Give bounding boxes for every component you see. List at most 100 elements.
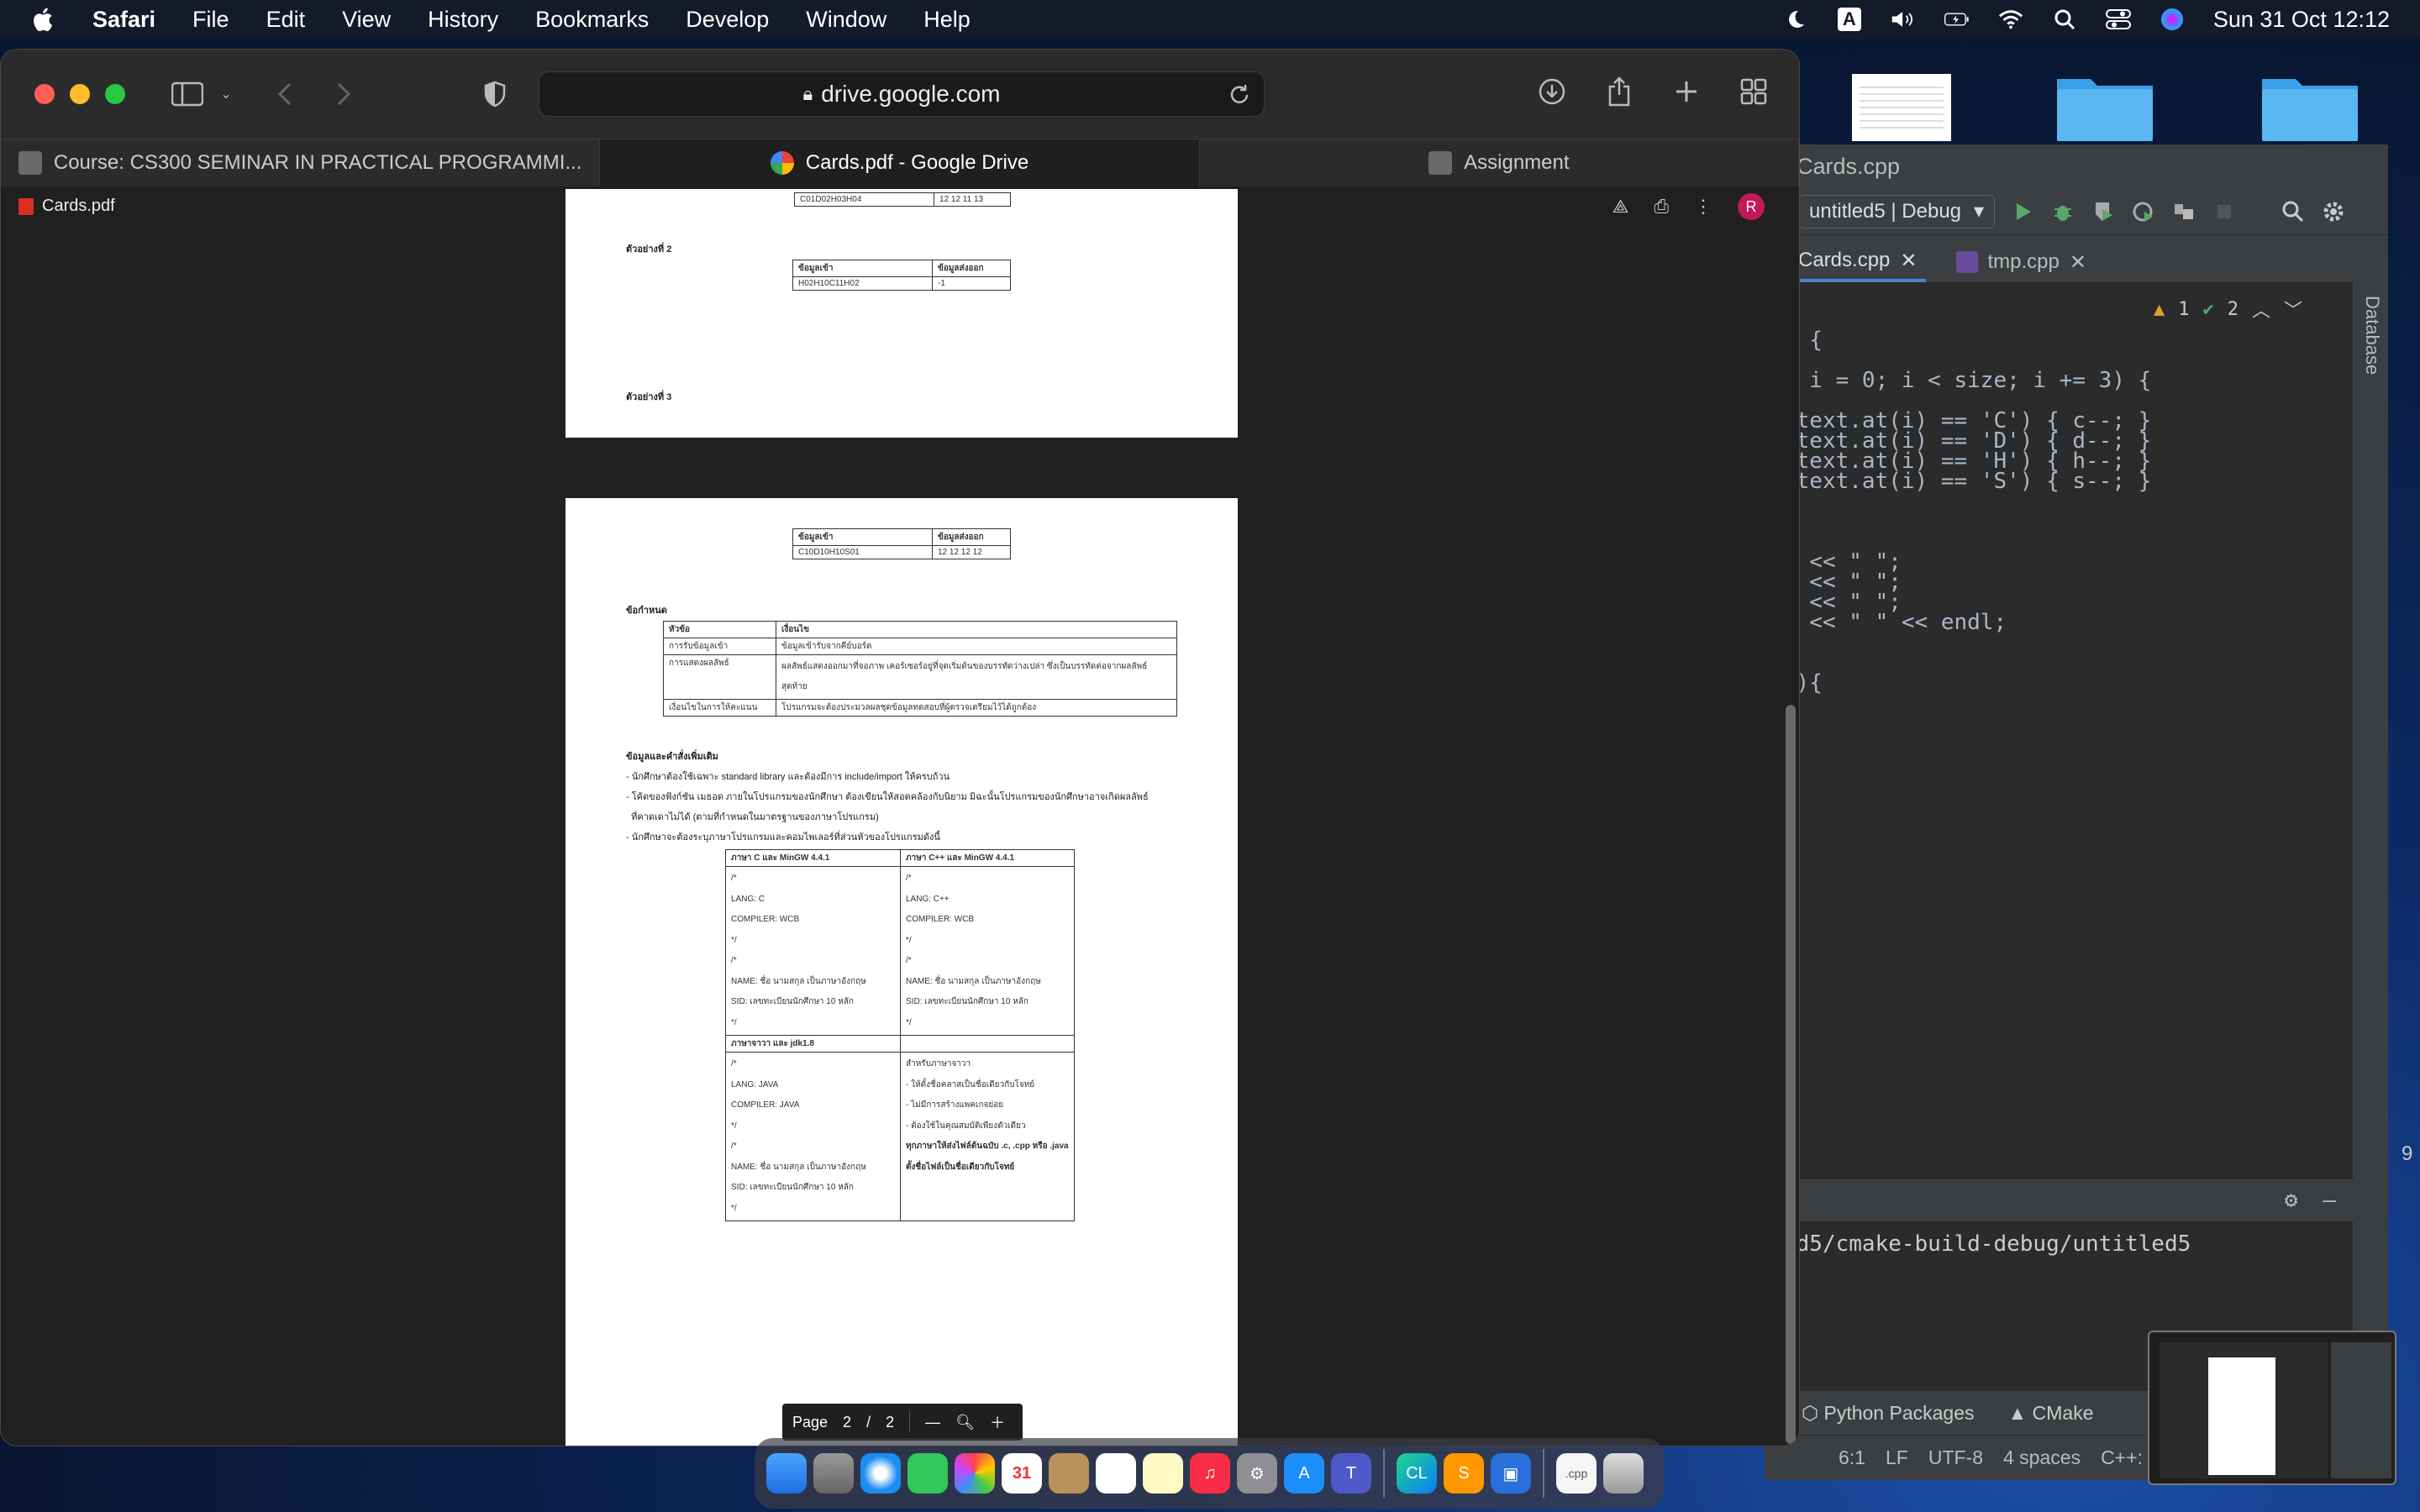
dark-mode-moon-icon[interactable] xyxy=(1783,7,1808,32)
cmake-tool[interactable]: ▲ CMake xyxy=(2008,1402,2094,1425)
downloads-icon[interactable] xyxy=(1535,75,1569,108)
apple-icon[interactable] xyxy=(30,6,54,33)
tab-course[interactable]: Course: CS300 SEMINAR IN PRACTICAL PROGR… xyxy=(1,139,601,186)
stop-icon[interactable] xyxy=(2212,199,2237,224)
cpp-file-icon[interactable]: .cpp xyxy=(1556,1453,1597,1494)
messages-icon[interactable] xyxy=(908,1453,948,1494)
page-navigation-bar: Page 2 / 2 — 🔍︎ ＋ xyxy=(782,1404,1023,1441)
chevron-up-icon[interactable]: ︿ xyxy=(2252,296,2270,323)
sidebar-icon[interactable] xyxy=(171,77,204,111)
reload-icon[interactable] xyxy=(1227,82,1252,108)
drive-pdf-viewer[interactable]: C01D02H03H04 12 12 11 13 ตัวอย่างที่ 2 ข้… xyxy=(1,189,1799,1446)
privacy-shield-icon[interactable] xyxy=(478,77,512,111)
java-header-template: /* LANG: JAVA COMPILER: JAVA */ /* NAME:… xyxy=(725,1052,901,1221)
menu-window[interactable]: Window xyxy=(806,7,886,33)
coverage-icon[interactable] xyxy=(2091,199,2116,224)
wifi-icon[interactable] xyxy=(1998,7,2023,32)
ide-tab-tmp[interactable]: tmp.cpp ✕ xyxy=(1948,242,2095,282)
close-icon[interactable]: ✕ xyxy=(2070,250,2086,275)
desktop-folder-icon[interactable] xyxy=(2260,69,2360,143)
battery-icon[interactable] xyxy=(1944,7,1970,32)
spotlight-search-icon[interactable] xyxy=(2052,7,2077,32)
tab-overview-icon[interactable] xyxy=(1737,75,1770,108)
menu-history[interactable]: History xyxy=(428,7,498,33)
zoom-in-plus-icon[interactable]: ＋ xyxy=(990,1411,1005,1433)
profile-icon[interactable] xyxy=(2131,199,2156,224)
reminders-icon[interactable] xyxy=(1096,1453,1136,1494)
example1-table: C01D02H03H04 12 12 11 13 xyxy=(794,192,1011,207)
inspection-widget[interactable]: ▲ 1 ✔ 2 ︿ ﹀ xyxy=(2154,296,2302,323)
new-tab-plus-icon[interactable] xyxy=(1670,75,1703,108)
file-encoding[interactable]: UTF-8 xyxy=(1928,1446,1983,1469)
photos-icon[interactable] xyxy=(955,1453,995,1494)
address-bar[interactable]: 🔒︎ drive.google.com xyxy=(539,71,1265,117)
notes-icon[interactable] xyxy=(1143,1453,1183,1494)
run-configuration-select[interactable]: untitled5 | Debug ▾ xyxy=(1798,194,1995,228)
ide-tab-cards[interactable]: Cards.cpp ✕ xyxy=(1790,242,1926,282)
chevron-down-icon[interactable]: ⌄ xyxy=(209,77,243,111)
trash-icon[interactable] xyxy=(1603,1453,1644,1494)
siri-icon[interactable] xyxy=(2160,7,2185,32)
debug-bug-icon[interactable] xyxy=(2050,199,2075,224)
clion-icon[interactable]: CL xyxy=(1397,1453,1437,1494)
tab-cards-pdf[interactable]: Cards.pdf - Google Drive xyxy=(600,139,1200,186)
close-icon[interactable]: ✕ xyxy=(1900,249,1917,273)
total-pages: 2 xyxy=(886,1413,895,1431)
cursor-position[interactable]: 6:1 xyxy=(1839,1446,1865,1469)
safari-compass-icon[interactable] xyxy=(860,1453,901,1494)
close-window-button[interactable] xyxy=(34,84,55,104)
menu-view[interactable]: View xyxy=(342,7,391,33)
database-tool-tab[interactable]: Database xyxy=(2361,296,2383,375)
code-editor[interactable]: ▲ 1 ✔ 2 ︿ ﹀ ) { t i = 0; i < size; i += 3) … xyxy=(1765,282,2353,1257)
chevron-down-icon[interactable]: ﹀ xyxy=(2284,296,2302,323)
calendar-icon[interactable]: 31 xyxy=(1002,1453,1042,1494)
menu-bookmarks[interactable]: Bookmarks xyxy=(535,7,649,33)
menu-clock[interactable]: Sun 31 Oct 12:12 xyxy=(2213,7,2390,33)
back-chevron-icon[interactable] xyxy=(268,77,302,111)
attach-icon[interactable] xyxy=(2171,199,2196,224)
zoom-out-minus-icon[interactable]: — xyxy=(925,1414,940,1431)
menu-bar: Safari File Edit View History Bookmarks … xyxy=(0,0,2420,39)
contacts-icon[interactable] xyxy=(1049,1453,1089,1494)
table-cell: H02H10C11H02 xyxy=(792,276,933,291)
viewer-scrollbar[interactable] xyxy=(1786,705,1796,1444)
table-header: ข้อมูลส่งออก xyxy=(932,260,1011,277)
music-icon[interactable]: ♫ xyxy=(1190,1453,1230,1494)
gear-icon[interactable] xyxy=(2321,199,2346,224)
minimize-window-button[interactable] xyxy=(70,84,90,104)
safari-toolbar: ⌄ 🔒︎ drive.google.com xyxy=(1,50,1799,139)
system-preferences-gear-icon[interactable]: ⚙ xyxy=(1237,1453,1277,1494)
zoom-window-button[interactable] xyxy=(105,84,125,104)
control-center-icon[interactable] xyxy=(2105,7,2131,32)
menu-file[interactable]: File xyxy=(192,7,229,33)
desktop-screenshot-thumbnail[interactable] xyxy=(1852,74,1951,141)
table-cell: การรับข้อมูลเข้า xyxy=(663,638,776,655)
desktop-folder-icon[interactable] xyxy=(2055,69,2154,143)
line-separator[interactable]: LF xyxy=(1886,1446,1908,1469)
current-page[interactable]: 2 xyxy=(843,1414,851,1431)
tab-assignment[interactable]: Assignment xyxy=(1200,139,1799,186)
window-preview-thumbnail[interactable] xyxy=(2148,1331,2396,1485)
python-packages-tool[interactable]: ⬡ Python Packages xyxy=(1802,1402,1975,1425)
menu-help[interactable]: Help xyxy=(923,7,971,33)
share-icon[interactable] xyxy=(1602,75,1636,108)
run-icon[interactable] xyxy=(2010,199,2035,224)
gear-icon[interactable]: ⚙ xyxy=(2285,1188,2298,1213)
search-icon[interactable] xyxy=(2281,199,2306,224)
menu-edit[interactable]: Edit xyxy=(266,7,306,33)
volume-icon[interactable] xyxy=(1891,7,1916,32)
sublime-text-icon[interactable]: S xyxy=(1444,1453,1484,1494)
finder-icon[interactable] xyxy=(766,1453,807,1494)
zoom-magnifier-icon[interactable]: 🔍︎ xyxy=(955,1414,975,1431)
menu-develop[interactable]: Develop xyxy=(686,7,769,33)
input-source-icon[interactable]: A xyxy=(1837,7,1862,32)
indent-setting[interactable]: 4 spaces xyxy=(2003,1446,2081,1469)
teams-icon[interactable]: T xyxy=(1331,1453,1371,1494)
language-context[interactable]: C++: xyxy=(2101,1446,2143,1469)
forward-chevron-icon[interactable] xyxy=(327,77,360,111)
app-store-icon[interactable]: A xyxy=(1284,1453,1324,1494)
minimize-icon[interactable]: — xyxy=(2323,1188,2336,1213)
menu-app-name[interactable]: Safari xyxy=(92,7,155,33)
window-app-icon[interactable]: ▣ xyxy=(1491,1453,1531,1494)
launchpad-icon[interactable] xyxy=(813,1453,854,1494)
